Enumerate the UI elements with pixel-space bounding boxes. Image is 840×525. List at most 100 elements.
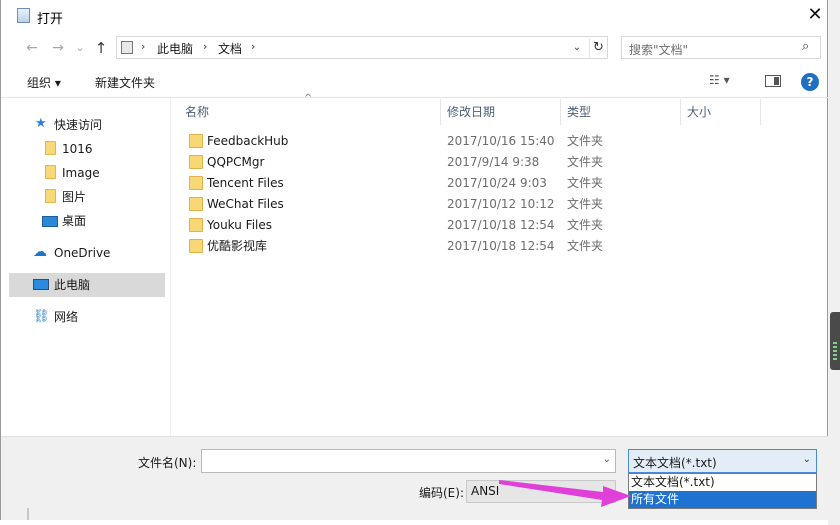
- file-type: 文件夹: [567, 218, 604, 232]
- file-row[interactable]: FeedbackHub 2017/10/16 15:40 文件夹: [181, 131, 761, 152]
- chevron-right-icon[interactable]: ›: [251, 40, 255, 53]
- chevron-right-icon[interactable]: ›: [141, 40, 145, 53]
- notepad-icon: [17, 8, 30, 23]
- title-bar: 打开 ✕: [1, 0, 829, 32]
- dropdown-option-all-files[interactable]: 所有文件: [629, 491, 816, 508]
- folder-icon: [45, 189, 56, 203]
- resize-grip[interactable]: [27, 508, 29, 520]
- file-row[interactable]: Tencent Files 2017/10/24 9:03 文件夹: [181, 173, 761, 194]
- folder-icon: [189, 197, 203, 211]
- back-button[interactable]: ←: [21, 38, 43, 58]
- sidebar-item-label: 快速访问: [54, 118, 103, 132]
- forward-button[interactable]: →: [47, 38, 69, 58]
- breadcrumb-documents[interactable]: 文档: [218, 40, 242, 57]
- annotation-arrow: [499, 480, 631, 507]
- column-header-name[interactable]: 名称: [179, 99, 441, 125]
- sidebar-item-label: 桌面: [62, 214, 87, 228]
- computer-icon: [33, 279, 49, 290]
- address-bar[interactable]: › 此电脑 › 文档 › ⌄ ↻: [116, 36, 608, 59]
- folder-icon: [189, 218, 203, 232]
- file-type: 文件夹: [567, 176, 604, 190]
- view-options-button[interactable]: ☷ ▾: [709, 73, 745, 91]
- sidebar-item-quick-access[interactable]: ★ 快速访问: [9, 113, 165, 137]
- file-row[interactable]: Youku Files 2017/10/18 12:54 文件夹: [181, 215, 761, 236]
- recent-locations-button[interactable]: ⌄: [69, 38, 91, 58]
- dropdown-option-txt[interactable]: 文本文档(*.txt): [629, 474, 816, 491]
- filter-selected-value: 文本文档(*.txt): [633, 456, 717, 470]
- column-header-size[interactable]: 大小: [681, 99, 761, 125]
- sidebar-item-label: 网络: [54, 310, 79, 324]
- sidebar-item-network[interactable]: ⛓ 网络: [9, 305, 165, 329]
- file-type: 文件夹: [567, 134, 604, 148]
- file-name: 优酷影视库: [207, 239, 268, 253]
- organize-button[interactable]: 组织 ▾: [27, 74, 61, 91]
- file-type: 文件夹: [567, 197, 604, 211]
- folder-icon: [189, 134, 203, 148]
- sidebar-item-label: Image: [62, 166, 100, 180]
- pane-divider[interactable]: [170, 99, 171, 436]
- star-icon: ★: [35, 116, 47, 131]
- folder-icon: [45, 165, 56, 179]
- up-button[interactable]: ↑: [90, 38, 112, 58]
- sidebar-item-label: 图片: [62, 190, 87, 204]
- filename-input[interactable]: ⌄: [201, 449, 616, 473]
- sidebar-item-onedrive[interactable]: ☁ OneDrive: [9, 241, 165, 265]
- navigation-pane: ★ 快速访问 1016 Image 图片 桌面 ☁ OneDrive 此电脑 ⛓: [1, 99, 171, 436]
- file-modified: 2017/10/18 12:54: [447, 239, 555, 253]
- sidebar-item-image[interactable]: Image: [9, 161, 165, 185]
- sidebar-item-label: 1016: [62, 142, 93, 156]
- search-icon[interactable]: ⌕: [802, 39, 809, 54]
- address-dropdown-button[interactable]: ⌄: [569, 39, 585, 57]
- new-folder-button[interactable]: 新建文件夹: [95, 74, 155, 91]
- file-row[interactable]: QQPCMgr 2017/9/14 9:38 文件夹: [181, 152, 761, 173]
- cloud-icon: ☁: [33, 244, 47, 260]
- sidebar-item-pictures[interactable]: 图片: [9, 185, 165, 209]
- folder-icon: [189, 176, 203, 190]
- chevron-down-icon[interactable]: ⌄: [803, 454, 811, 465]
- file-type: 文件夹: [567, 155, 604, 169]
- folder-icon: [189, 155, 203, 169]
- help-icon[interactable]: ?: [801, 73, 819, 91]
- column-header-type[interactable]: 类型: [561, 99, 681, 125]
- window-title: 打开: [37, 12, 64, 27]
- background-strip: [828, 0, 840, 525]
- computer-icon: [121, 41, 133, 54]
- file-name: Tencent Files: [207, 176, 284, 190]
- column-header-modified[interactable]: 修改日期: [441, 99, 561, 125]
- side-handle[interactable]: [830, 312, 840, 370]
- file-name: Youku Files: [207, 218, 273, 232]
- file-name: WeChat Files: [207, 197, 284, 211]
- file-name: FeedbackHub: [207, 134, 289, 148]
- open-file-dialog: 打开 ✕ ← → ⌄ ↑ › 此电脑 › 文档 › ⌄ ↻ 搜索"文档" ⌕ 组…: [0, 0, 829, 520]
- file-modified: 2017/10/16 15:40: [447, 134, 555, 148]
- sidebar-item-1016[interactable]: 1016: [9, 137, 165, 161]
- chevron-right-icon[interactable]: ›: [203, 40, 207, 53]
- breadcrumb-this-pc[interactable]: 此电脑: [157, 40, 193, 57]
- chevron-down-icon[interactable]: ⌄: [603, 454, 611, 465]
- encoding-label: 编码(E):: [419, 486, 464, 500]
- file-type-filter-select[interactable]: 文本文档(*.txt) ⌄: [628, 449, 817, 473]
- file-name: QQPCMgr: [207, 155, 265, 169]
- sidebar-item-desktop[interactable]: 桌面: [9, 209, 165, 233]
- sidebar-item-label: 此电脑: [54, 278, 91, 292]
- filename-label: 文件名(N):: [138, 456, 197, 470]
- folder-icon: [189, 239, 203, 253]
- file-row[interactable]: 优酷影视库 2017/10/18 12:54 文件夹: [181, 236, 761, 257]
- refresh-button[interactable]: ↻: [589, 39, 607, 57]
- command-bar: 组织 ▾ 新建文件夹 ☷ ▾ ?: [1, 66, 829, 98]
- preview-pane-icon[interactable]: [765, 75, 781, 87]
- file-type: 文件夹: [567, 239, 604, 253]
- sidebar-item-this-pc[interactable]: 此电脑: [9, 273, 165, 297]
- file-type-dropdown-list: 文本文档(*.txt) 所有文件: [628, 473, 817, 509]
- close-button[interactable]: ✕: [801, 2, 829, 30]
- file-modified: 2017/10/24 9:03: [447, 176, 547, 190]
- annotation-arrow-shape: [499, 480, 631, 507]
- search-placeholder: 搜索"文档": [629, 43, 689, 57]
- folder-icon: [45, 141, 56, 155]
- file-row[interactable]: WeChat Files 2017/10/12 10:12 文件夹: [181, 194, 761, 215]
- search-input[interactable]: 搜索"文档" ⌕: [621, 36, 821, 59]
- sidebar-item-label: OneDrive: [54, 246, 111, 260]
- desktop-icon: [42, 216, 58, 227]
- file-modified: 2017/9/14 9:38: [447, 155, 540, 169]
- file-modified: 2017/10/18 12:54: [447, 218, 555, 232]
